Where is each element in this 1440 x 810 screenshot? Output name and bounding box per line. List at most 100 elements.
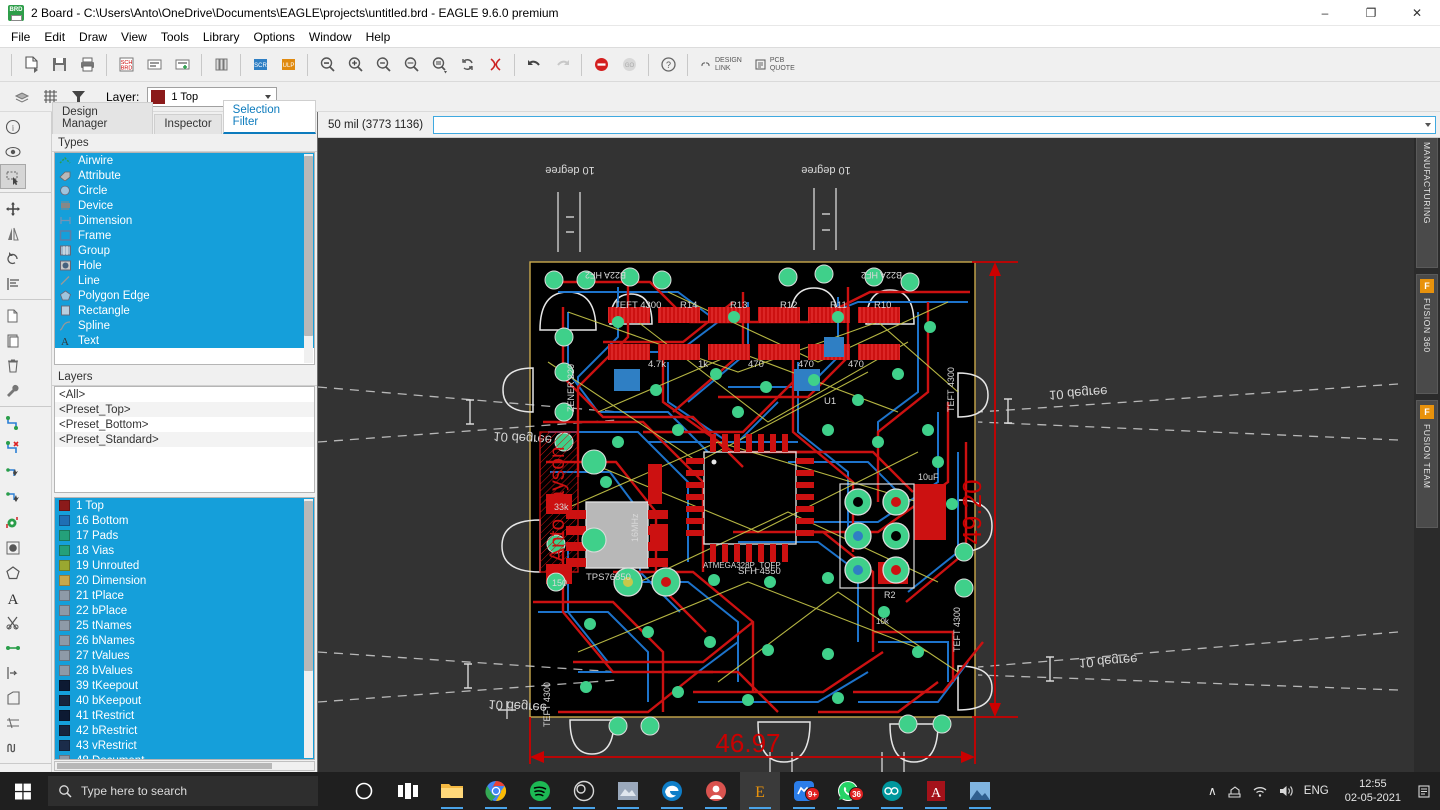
selection-filter-type-row[interactable]: Line — [55, 273, 314, 288]
zoom-fit-icon[interactable] — [314, 52, 340, 78]
split-icon[interactable] — [0, 610, 26, 635]
select-group-icon[interactable] — [0, 164, 26, 189]
route-airwire-icon[interactable] — [0, 660, 26, 685]
layer-row[interactable]: 40 bKeepout — [55, 693, 314, 708]
zoom-redraw-icon[interactable] — [398, 52, 424, 78]
via-icon[interactable] — [0, 510, 26, 535]
layer-row[interactable]: 41 tRestrict — [55, 708, 314, 723]
layer-row[interactable]: 26 bNames — [55, 633, 314, 648]
selection-filter-type-row[interactable]: Frame — [55, 228, 314, 243]
tab-selection-filter[interactable]: Selection Filter — [222, 100, 316, 134]
run-ulp-icon[interactable]: ULP — [275, 52, 301, 78]
selection-filter-type-row[interactable]: Rectangle — [55, 303, 314, 318]
types-list[interactable]: Airwire Attribute Circle Device Dimension Fra… — [54, 152, 315, 365]
tray-clock[interactable]: 12:55 02-05-2021 — [1339, 777, 1407, 805]
mirror-icon[interactable] — [0, 221, 26, 246]
command-history-chevron-icon[interactable] — [1425, 122, 1431, 127]
tray-chevron-icon[interactable]: ∧ — [1208, 784, 1217, 798]
layer-row[interactable]: 42 bRestrict — [55, 723, 314, 738]
layer-row[interactable]: 20 Dimension — [55, 573, 314, 588]
design-link-button[interactable]: DESIGN LINK — [693, 52, 748, 78]
selection-filter-type-row[interactable]: Airwire — [55, 153, 314, 168]
tab-fusion-team[interactable]: F FUSION TEAM — [1416, 400, 1438, 528]
ripup-icon[interactable] — [0, 435, 26, 460]
route-icon[interactable] — [0, 410, 26, 435]
selection-filter-type-row[interactable]: Attribute — [55, 168, 314, 183]
menu-file[interactable]: File — [4, 28, 37, 46]
file-explorer-icon[interactable] — [432, 772, 472, 810]
zoom-select-icon[interactable] — [426, 52, 452, 78]
menu-options[interactable]: Options — [247, 28, 302, 46]
save-icon[interactable] — [46, 52, 72, 78]
layer-row[interactable]: 25 tNames — [55, 618, 314, 633]
layers-list[interactable]: 1 Top 16 Bottom 17 Pads 18 Vias 19 Unrouted 2… — [54, 497, 315, 760]
tray-language[interactable]: ENG — [1304, 785, 1329, 797]
messenger-icon[interactable]: 9+ — [784, 772, 824, 810]
layer-row[interactable]: 48 Document — [55, 753, 314, 759]
layer-row[interactable]: 18 Vias — [55, 543, 314, 558]
layer-row[interactable]: 28 bValues — [55, 663, 314, 678]
menu-help[interactable]: Help — [359, 28, 398, 46]
miter-icon[interactable] — [0, 685, 26, 710]
move-icon[interactable] — [0, 196, 26, 221]
ratsnest-icon[interactable] — [0, 485, 26, 510]
menu-tools[interactable]: Tools — [154, 28, 196, 46]
polygon-icon[interactable] — [0, 560, 26, 585]
zoom-in-icon[interactable] — [342, 52, 368, 78]
eagle-icon[interactable]: E — [740, 772, 780, 810]
selection-filter-type-row[interactable]: Spline — [55, 318, 314, 333]
menu-library[interactable]: Library — [196, 28, 247, 46]
layer-preset-row[interactable]: <Preset_Standard> — [55, 432, 314, 447]
wave-icon[interactable] — [0, 735, 26, 760]
close-button[interactable]: ✕ — [1394, 0, 1440, 26]
tab-inspector[interactable]: Inspector — [154, 114, 222, 134]
command-input[interactable] — [434, 117, 1435, 132]
layer-preset-row[interactable]: <Preset_Bottom> — [55, 417, 314, 432]
board-from-schematic-icon[interactable] — [141, 52, 167, 78]
panel-hscroll-thumb[interactable] — [57, 763, 272, 769]
layer-preset-row[interactable]: <Preset_Top> — [55, 402, 314, 417]
layer-row[interactable]: 43 vRestrict — [55, 738, 314, 753]
wrench-icon[interactable] — [0, 378, 26, 403]
refresh-icon[interactable] — [454, 52, 480, 78]
show-icon[interactable] — [0, 139, 26, 164]
hole-icon[interactable] — [0, 535, 26, 560]
zoom-out-icon[interactable] — [370, 52, 396, 78]
help-icon[interactable]: ? — [655, 52, 681, 78]
selection-filter-type-row[interactable]: A Text — [55, 333, 314, 348]
pcb-drawing[interactable]: 10 degree 10 degree 10 degree 10 degree — [318, 112, 1440, 772]
layers-scrollbar[interactable] — [304, 499, 313, 758]
copy-icon[interactable] — [0, 303, 26, 328]
notifications-icon[interactable] — [1417, 784, 1432, 799]
chrome-icon[interactable] — [476, 772, 516, 810]
selection-filter-type-row[interactable]: Hole — [55, 258, 314, 273]
layer-row[interactable]: 16 Bottom — [55, 513, 314, 528]
onedrive-icon[interactable] — [1227, 784, 1242, 798]
task-view-icon[interactable] — [388, 772, 428, 810]
tab-manufacturing[interactable]: ▣ MANUFACTURING — [1416, 118, 1438, 268]
info-icon[interactable]: i — [0, 114, 26, 139]
menu-window[interactable]: Window — [302, 28, 359, 46]
run-script-icon[interactable]: SCR — [247, 52, 273, 78]
menu-view[interactable]: View — [114, 28, 154, 46]
spotify-icon[interactable] — [520, 772, 560, 810]
layer-row[interactable]: 22 bPlace — [55, 603, 314, 618]
new-icon[interactable] — [18, 52, 44, 78]
types-scrollbar[interactable] — [304, 154, 313, 363]
selection-filter-type-row[interactable]: Group — [55, 243, 314, 258]
paste-icon[interactable] — [0, 328, 26, 353]
cortana-icon[interactable] — [344, 772, 384, 810]
whatsapp-icon[interactable]: 36 — [828, 772, 868, 810]
windows-start-icon[interactable] — [0, 772, 46, 810]
layer-row[interactable]: 17 Pads — [55, 528, 314, 543]
stop-icon[interactable] — [588, 52, 614, 78]
obs-icon[interactable] — [564, 772, 604, 810]
selection-filter-type-row[interactable]: Device — [55, 198, 314, 213]
selection-filter-type-row[interactable]: Circle — [55, 183, 314, 198]
autoroute-icon[interactable] — [0, 460, 26, 485]
delete-icon[interactable] — [0, 353, 26, 378]
go-icon[interactable]: GO — [616, 52, 642, 78]
taskbar-search-box[interactable]: Type here to search — [48, 776, 318, 806]
wifi-icon[interactable] — [1252, 784, 1268, 798]
menu-edit[interactable]: Edit — [37, 28, 72, 46]
